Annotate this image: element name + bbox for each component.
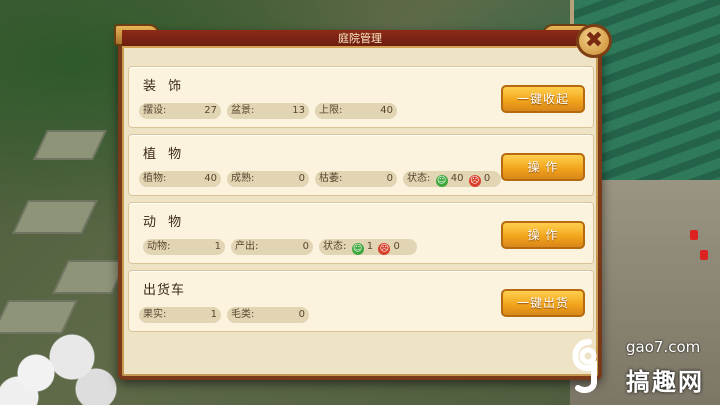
happy-face-icon: ☺ [435,175,448,187]
red-lantern [700,250,708,260]
plants-title: 植 物 [143,147,186,162]
ornament-count: 摆设: 27 [139,103,221,119]
garden-tile [12,200,98,234]
courtyard-management-dialog: 庭院管理 ✖ 装 饰 摆设: 27 盆景: 13 上限: 40 一键收起 植 物… [114,24,612,380]
decoration-panel: 装 饰 摆设: 27 盆景: 13 上限: 40 一键收起 [128,66,594,128]
red-lantern [690,230,698,240]
plants-panel: 植 物 植物: 40 成熟: 0 枯萎: 0 状态: ☺ 40 ☹ 0 操 作 [128,134,594,196]
dialog-title: 庭院管理 [122,30,598,48]
wool-count: 毛类: 0 [227,307,309,323]
garden-tile [33,130,107,160]
watermark-url: gao7.com [626,338,701,356]
ship-all-button[interactable]: 一键出货 [501,289,585,317]
garden-tile [52,260,128,294]
fruit-count: 果实: 1 [139,307,221,323]
plant-count: 植物: 40 [139,171,221,187]
gao7-logo-icon [572,339,597,393]
plants-operate-button[interactable]: 操 作 [501,153,585,181]
mature-count: 成熟: 0 [227,171,309,187]
output-count: 产出: 0 [231,239,313,255]
animal-count: 动物: 1 [143,239,225,255]
shipping-cart-panel: 出货车 果实: 1 毛类: 0 一键出货 [128,270,594,332]
shipping-cart-title: 出货车 [143,283,186,298]
limit-count: 上限: 40 [315,103,397,119]
white-flower-bush [0,325,120,405]
close-button[interactable]: ✖ [576,24,612,58]
withered-count: 枯萎: 0 [315,171,397,187]
sad-face-icon: ☹ [468,175,481,187]
happy-face-icon: ☺ [351,243,364,255]
animal-status: 状态: ☺ 1 ☹ 0 [319,239,417,255]
plant-status: 状态: ☺ 40 ☹ 0 [403,171,501,187]
watermark-name: 搞趣网 [626,368,704,396]
animals-title: 动 物 [143,215,186,230]
bonsai-count: 盆景: 13 [227,103,309,119]
animals-panel: 动 物 动物: 1 产出: 0 状态: ☺ 1 ☹ 0 操 作 [128,202,594,264]
decoration-title: 装 饰 [143,79,186,94]
sad-face-icon: ☹ [378,243,391,255]
animals-operate-button[interactable]: 操 作 [501,221,585,249]
collect-all-button[interactable]: 一键收起 [501,85,585,113]
